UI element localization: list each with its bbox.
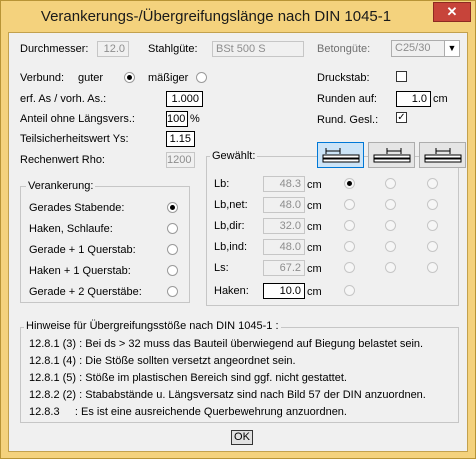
teilsicher-field[interactable]: 1.15 [166,131,195,147]
gewaehlt-row-label: Ls: [214,262,229,274]
betonguete-label: Betongüte: [317,43,371,55]
verankerung-option-radio[interactable] [167,265,178,276]
gewaehlt-row-value[interactable]: 32.0 [263,218,305,234]
gewaehlt-row-radio[interactable] [385,199,396,210]
gewaehlt-row-radio[interactable] [385,220,396,231]
gewaehlt-row-radio[interactable] [427,241,438,252]
gewaehlt-row-label: Lb,net: [214,199,248,211]
gewaehlt-row-unit: cm [307,221,322,233]
verbund-label: Verbund: [20,72,65,84]
gewaehlt-row-radio[interactable] [427,262,438,273]
teilsicher-label: Teilsicherheitswert Ys: [20,133,129,145]
rund-gesl-label: Rund. Gesl.: [317,114,379,126]
chevron-down-icon[interactable]: ▼ [444,41,459,56]
verbund-maessiger-radio[interactable] [196,72,207,83]
dialog-client-area: Durchmesser: 12.0 Stahlgüte: BSt 500 S B… [8,32,468,452]
gewaehlt-row-value[interactable]: 48.3 [263,176,305,192]
hinweise-title: Hinweise für Übergreifungsstöße nach DIN… [24,319,281,333]
gewaehlt-row-unit: cm [307,179,322,191]
hinweis-line: 12.8.1 (3) : Bei ds > 32 muss das Bautei… [29,338,424,350]
betonguete-value: C25/30 [395,42,431,54]
druckstab-label: Druckstab: [317,72,370,84]
betonguete-select[interactable]: C25/30 ▼ [391,40,460,57]
haken-radio[interactable] [344,285,355,296]
rund-gesl-checkbox[interactable]: ✓ [396,112,407,123]
durchmesser-field[interactable]: 12.0 [97,41,129,57]
verankerung-option-label: Gerade + 1 Querstab: [29,244,136,256]
stahlguete-label: Stahlgüte: [148,43,198,55]
rechenwert-field[interactable]: 1200 [166,152,195,168]
verankerung-option-label: Gerades Stabende: [29,202,125,214]
dialog-window: Verankerungs-/Übergreifungslänge nach DI… [0,0,476,459]
verankerung-option-label: Haken, Schlaufe: [29,223,113,235]
gewaehlt-row-radio[interactable] [427,199,438,210]
verankerung-option-radio[interactable] [167,223,178,234]
haken-field[interactable]: 10.0 [263,283,305,299]
gewaehlt-row-radio[interactable] [385,241,396,252]
haken-label: Haken: [214,285,249,297]
druckstab-checkbox[interactable] [396,71,407,82]
stahlguete-field[interactable]: BSt 500 S [212,41,304,57]
verbund-guter-radio[interactable] [124,72,135,83]
gewaehlt-row-unit: cm [307,242,322,254]
gewaehlt-row-label: Lb: [214,178,230,190]
verankerung-option-label: Gerade + 2 Querstäbe: [29,286,142,298]
gewaehlt-row-radio[interactable] [344,220,355,231]
hinweis-line: 12.8.1 (5) : Stöße im plastischen Bereic… [29,372,347,384]
anteil-unit: % [190,113,200,125]
rechenwert-label: Rechenwert Rho: [20,154,105,166]
verankerung-option-radio[interactable] [167,244,178,255]
window-title: Verankerungs-/Übergreifungslänge nach DI… [40,8,392,25]
durchmesser-label: Durchmesser: [20,43,89,55]
haken-unit: cm [307,286,322,298]
gewaehlt-row-unit: cm [307,200,322,212]
erf-as-label: erf. As / vorh. As.: [20,93,107,105]
close-button[interactable]: ✕ [433,2,471,22]
verankerung-option-radio[interactable] [167,286,178,297]
gewaehlt-row-radio[interactable] [385,262,396,273]
verbund-maessiger-label: mäßiger [148,72,189,84]
stab-icon-1[interactable] [317,142,364,168]
hinweis-line: 12.8.3 : Es ist eine ausreichende Querbe… [29,406,347,418]
title-bar: Verankerungs-/Übergreifungslänge nach DI… [1,1,475,33]
gewaehlt-row-radio[interactable] [344,199,355,210]
gewaehlt-row-value[interactable]: 48.0 [263,197,305,213]
gewaehlt-row-unit: cm [307,263,322,275]
stab-icon-3[interactable] [419,142,466,168]
verankerung-option-label: Haken + 1 Querstab: [29,265,131,277]
stab-icon-2[interactable] [368,142,415,168]
hinweis-line: 12.8.2 (2) : Stababstände u. Längsversat… [29,389,426,401]
gewaehlt-row-value[interactable]: 48.0 [263,239,305,255]
verankerung-title: Verankerung: [26,179,96,193]
gewaehlt-row-radio[interactable] [427,178,438,189]
ok-button[interactable]: OK [231,430,253,445]
gewaehlt-row-radio[interactable] [385,178,396,189]
gewaehlt-row-radio[interactable] [344,241,355,252]
anteil-label: Anteil ohne Längsvers.: [20,113,135,125]
hinweis-line: 12.8.1 (4) : Die Stöße sollten versetzt … [29,355,296,367]
verankerung-option-radio[interactable] [167,202,178,213]
verbund-guter-label: guter [78,72,104,84]
gewaehlt-row-label: Lb,dir: [214,220,245,232]
gewaehlt-row-value[interactable]: 67.2 [263,260,305,276]
anteil-field[interactable]: 100 [166,111,188,127]
gewaehlt-row-radio[interactable] [344,262,355,273]
runden-unit: cm [433,93,448,105]
runden-field[interactable]: 1.0 [396,91,431,107]
gewaehlt-row-label: Lb,ind: [214,241,248,253]
gewaehlt-row-radio[interactable] [427,220,438,231]
erf-as-field[interactable]: 1.000 [166,91,203,107]
gewaehlt-row-radio[interactable] [344,178,355,189]
gewaehlt-title: Gewählt: [210,149,258,163]
runden-label: Runden auf: [317,93,377,105]
